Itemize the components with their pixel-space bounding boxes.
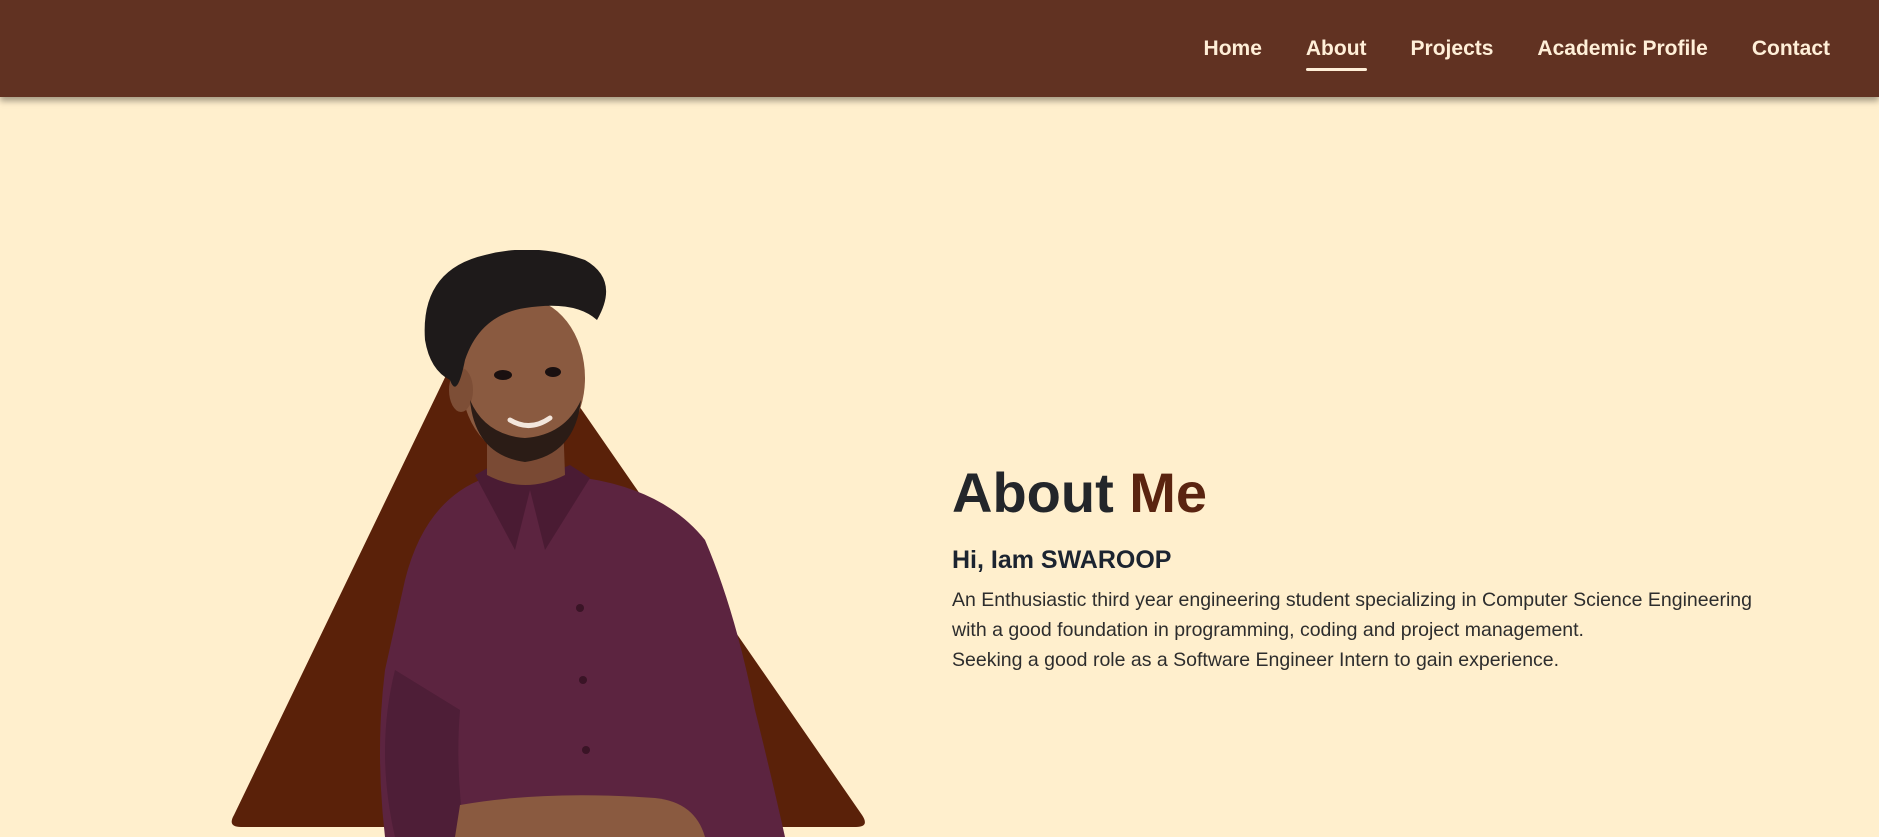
nav-academic-profile[interactable]: Academic Profile	[1537, 38, 1707, 59]
right-eye	[545, 367, 561, 377]
nav-about[interactable]: About	[1305, 38, 1367, 71]
about-title: About Me	[952, 462, 1832, 524]
navbar: Home About Projects Academic Profile Con…	[0, 0, 1879, 97]
nav-projects[interactable]: Projects	[1411, 38, 1494, 59]
left-eye	[494, 370, 512, 380]
hands-shape	[455, 795, 705, 837]
greeting-heading: Hi, Iam SWAROOP	[952, 545, 1172, 574]
about-section: About Me Hi, Iam SWAROOP An Enthusiastic…	[952, 462, 1832, 675]
bio-line-3: Seeking a good role as a Software Engine…	[952, 648, 1560, 671]
about-title-prefix: About	[952, 461, 1114, 524]
bio-line-1: An Enthusiastic third year engineering s…	[952, 588, 1752, 611]
shirt-button-2	[579, 676, 587, 684]
about-title-accent: Me	[1129, 461, 1208, 524]
shirt-button-1	[576, 604, 584, 612]
profile-photo	[225, 250, 870, 837]
profile-photo-illustration	[231, 250, 865, 837]
nav-contact[interactable]: Contact	[1752, 38, 1830, 59]
nav-home[interactable]: Home	[1204, 38, 1262, 59]
nav-links: Home About Projects Academic Profile Con…	[1160, 0, 1830, 97]
bio-line-2: with a good foundation in programming, c…	[952, 618, 1584, 641]
shirt-button-3	[582, 746, 590, 754]
bio-paragraph: An Enthusiastic third year engineering s…	[952, 585, 1832, 675]
